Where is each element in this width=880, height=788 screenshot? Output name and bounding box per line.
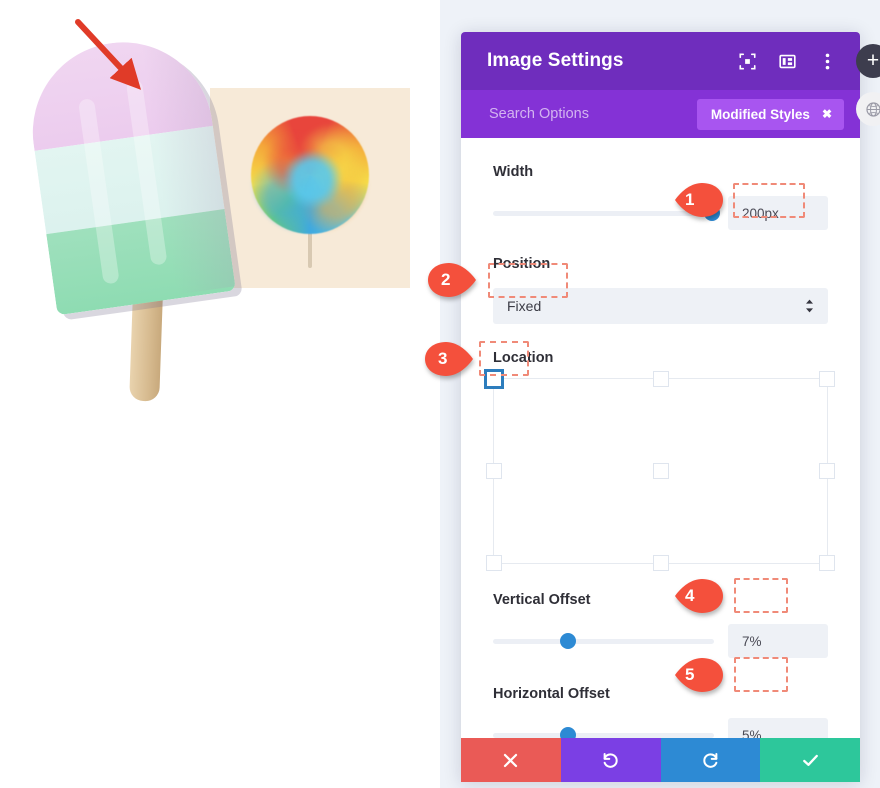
callout-number: 1 <box>685 190 695 209</box>
redo-button[interactable] <box>660 738 761 782</box>
callout-pin-4: 4 <box>672 578 724 614</box>
callout-pin-2: 2 <box>427 262 479 298</box>
screenshot-root: + Image Settings Search Options Modified… <box>0 0 880 788</box>
callout-number: 2 <box>441 270 451 289</box>
location-bottom-center-handle[interactable] <box>652 554 669 571</box>
location-top-center-handle[interactable] <box>652 371 669 387</box>
search-bar: Modified Styles ✖ <box>461 90 860 138</box>
location-cell-bottom-right[interactable] <box>716 502 835 571</box>
panel-action-bar <box>461 738 860 782</box>
field-position: Position Fixed <box>493 256 828 324</box>
search-input[interactable] <box>487 105 697 123</box>
width-value: 200px <box>742 205 779 221</box>
location-grid <box>484 369 835 571</box>
field-label-vertical-offset: Vertical Offset <box>493 592 591 608</box>
location-cell-middle-center[interactable] <box>605 440 716 501</box>
undo-icon <box>603 752 618 768</box>
panel-header: Image Settings <box>461 32 860 90</box>
fullscreen-icon[interactable] <box>738 52 756 70</box>
cancel-button[interactable] <box>461 738 561 782</box>
callout-number: 5 <box>685 665 695 684</box>
location-middle-left-handle[interactable] <box>486 462 502 479</box>
save-button[interactable] <box>760 738 860 782</box>
location-cell-top-right[interactable] <box>716 371 835 440</box>
page-title: Image Settings <box>487 50 624 71</box>
position-value: Fixed <box>507 298 542 314</box>
vertical-offset-value: 7% <box>742 633 762 649</box>
vertical-offset-value-field[interactable]: 7% <box>728 624 828 658</box>
location-cell-bottom-center[interactable] <box>605 502 716 571</box>
callout-number: 4 <box>685 586 695 605</box>
location-cell-top-left[interactable] <box>484 369 605 440</box>
plus-icon: + <box>866 49 880 72</box>
field-vertical-offset: Vertical Offset 7% <box>493 592 828 658</box>
callout-pin-1: 1 <box>672 182 724 218</box>
location-bottom-right-handle[interactable] <box>819 554 835 571</box>
vertical-offset-slider-row: 7% <box>493 624 828 658</box>
redo-icon <box>703 752 718 768</box>
image-canvas <box>0 0 461 788</box>
field-width: Width 200px <box>493 164 828 230</box>
field-label-position: Position <box>493 256 551 272</box>
header-icon-group <box>738 52 836 70</box>
vertical-offset-slider-track[interactable] <box>493 633 714 649</box>
callout-pin-5: 5 <box>672 657 724 693</box>
position-select[interactable]: Fixed <box>493 288 828 324</box>
close-icon <box>504 753 518 767</box>
field-label-horizontal-offset: Horizontal Offset <box>493 686 610 702</box>
layout-columns-icon[interactable] <box>778 52 796 70</box>
location-cell-middle-left[interactable] <box>486 440 605 501</box>
globe-icon <box>865 101 880 117</box>
image-settings-panel: Image Settings Search Options Modified S… <box>461 32 860 782</box>
location-cell-top-center[interactable] <box>605 371 716 440</box>
panel-body: Width 200px Position Fixed Location Vert… <box>461 138 860 782</box>
field-label-location: Location <box>493 350 554 366</box>
status-badge-label: Modified Styles <box>710 106 810 122</box>
status-badge[interactable]: Modified Styles ✖ <box>696 98 844 130</box>
red-arrow-icon <box>75 19 142 90</box>
chevron-updown-icon <box>805 299 814 313</box>
location-bottom-left-handle[interactable] <box>486 554 502 571</box>
location-cell-bottom-left[interactable] <box>486 502 605 571</box>
close-icon[interactable]: ✖ <box>822 107 832 121</box>
vertical-offset-slider-knob[interactable] <box>560 633 577 649</box>
location-cell-middle-right[interactable] <box>716 440 835 501</box>
horizontal-offset-slider-track[interactable] <box>493 727 714 743</box>
location-top-left-handle[interactable] <box>484 369 504 389</box>
field-label-width: Width <box>493 164 534 180</box>
check-icon <box>802 754 818 766</box>
callout-number: 3 <box>438 349 448 368</box>
width-slider-row: 200px <box>493 196 828 230</box>
field-location: Location <box>484 350 835 571</box>
callout-pin-3: 3 <box>424 341 476 377</box>
location-middle-right-handle[interactable] <box>819 462 835 479</box>
width-value-field[interactable]: 200px <box>728 196 828 230</box>
location-middle-center-handle[interactable] <box>652 462 669 479</box>
more-vertical-icon[interactable] <box>818 52 836 70</box>
undo-button[interactable] <box>560 738 661 782</box>
location-top-right-handle[interactable] <box>819 371 835 387</box>
